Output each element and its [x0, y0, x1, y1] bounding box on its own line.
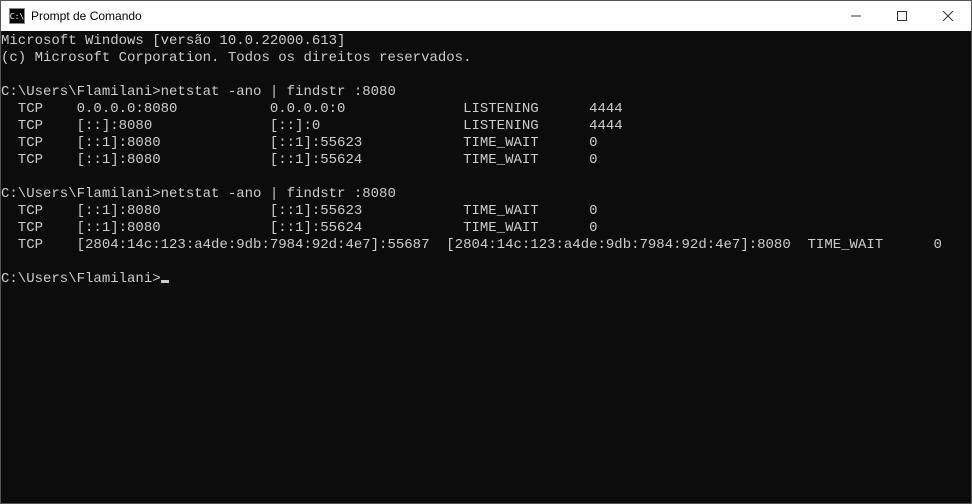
cursor: [161, 280, 169, 283]
terminal-line: TCP [::1]:8080 [::1]:55624 TIME_WAIT 0: [1, 220, 971, 237]
terminal-line: TCP 0.0.0.0:8080 0.0.0.0:0 LISTENING 444…: [1, 101, 971, 118]
terminal-line: C:\Users\Flamilani>netstat -ano | findst…: [1, 84, 971, 101]
window-title: Prompt de Comando: [31, 9, 142, 23]
terminal-output[interactable]: Microsoft Windows [versão 10.0.22000.613…: [1, 31, 971, 503]
terminal-line: TCP [::]:8080 [::]:0 LISTENING 4444: [1, 118, 971, 135]
terminal-line: Microsoft Windows [versão 10.0.22000.613…: [1, 33, 971, 50]
terminal-line: [1, 254, 971, 271]
close-button[interactable]: [925, 1, 971, 31]
terminal-line: (c) Microsoft Corporation. Todos os dire…: [1, 50, 971, 67]
terminal-line: TCP [::1]:8080 [::1]:55623 TIME_WAIT 0: [1, 203, 971, 220]
terminal-line: TCP [2804:14c:123:a4de:9db:7984:92d:4e7]…: [1, 237, 971, 254]
window-controls: [833, 1, 971, 31]
app-icon: C:\: [9, 8, 25, 24]
close-icon: [943, 11, 953, 21]
terminal-prompt[interactable]: C:\Users\Flamilani>: [1, 271, 971, 288]
terminal-line: C:\Users\Flamilani>netstat -ano | findst…: [1, 186, 971, 203]
minimize-button[interactable]: [833, 1, 879, 31]
maximize-icon: [897, 11, 907, 21]
terminal-line: TCP [::1]:8080 [::1]:55623 TIME_WAIT 0: [1, 135, 971, 152]
terminal-line: [1, 67, 971, 84]
maximize-button[interactable]: [879, 1, 925, 31]
minimize-icon: [851, 11, 861, 21]
terminal-line: TCP [::1]:8080 [::1]:55624 TIME_WAIT 0: [1, 152, 971, 169]
terminal-line: [1, 169, 971, 186]
titlebar[interactable]: C:\ Prompt de Comando: [1, 1, 971, 31]
command-prompt-window: C:\ Prompt de Comando Microsoft Windows …: [0, 0, 972, 504]
